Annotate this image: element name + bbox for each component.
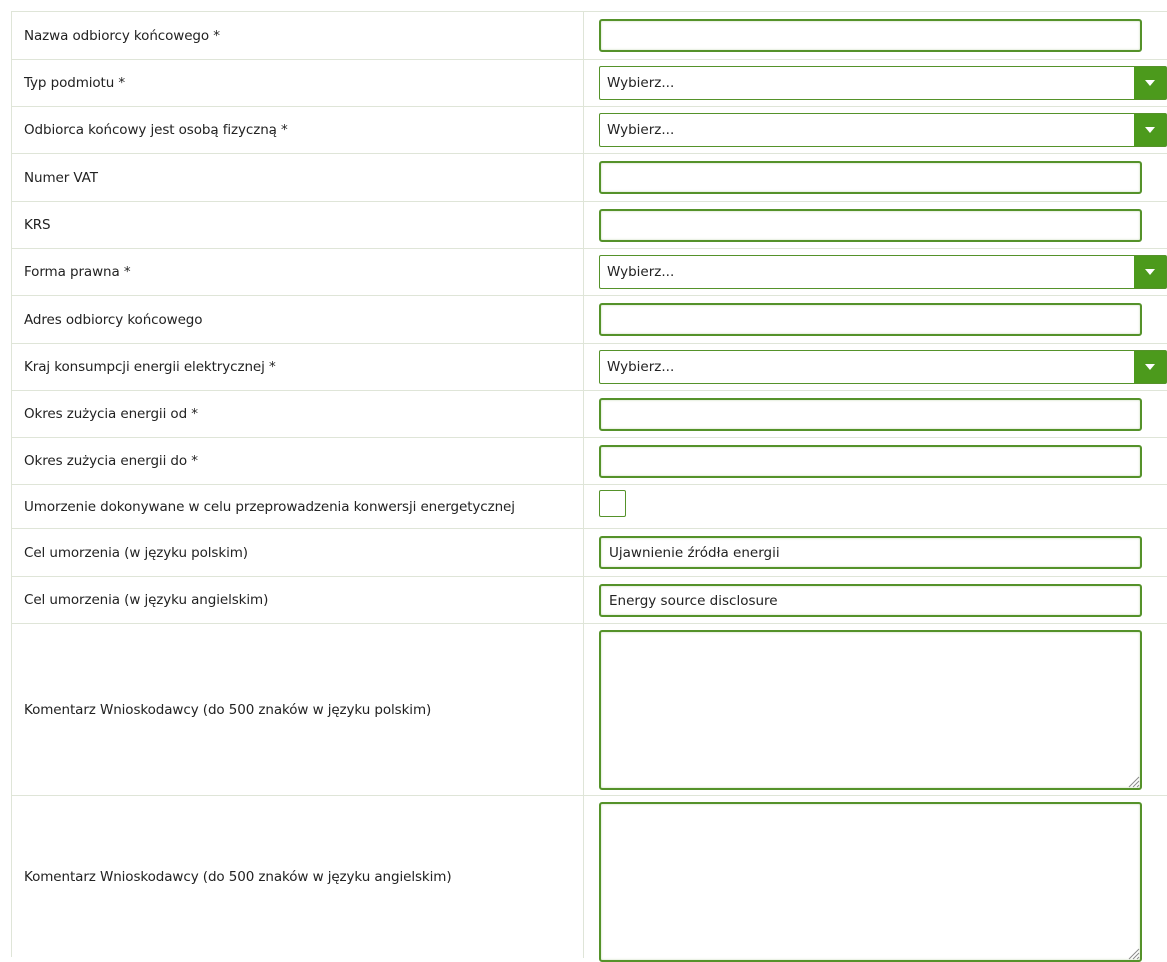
vat-number-input[interactable] xyxy=(599,161,1142,194)
chevron-down-icon[interactable] xyxy=(1134,256,1166,288)
entity-type-label: Typ podmiotu * xyxy=(12,60,584,106)
period-from-label: Okres zużycia energii od * xyxy=(12,391,584,437)
period-to-label: Okres zużycia energii do * xyxy=(12,438,584,484)
form-row-end-recipient-address: Adres odbiorcy końcowego xyxy=(12,296,1167,344)
form-row-comment-english: Komentarz Wnioskodawcy (do 500 znaków w … xyxy=(12,796,1167,962)
purpose-english-input[interactable]: Energy source disclosure xyxy=(599,584,1142,617)
energy-conversion-label: Umorzenie dokonywane w celu przeprowadze… xyxy=(12,485,584,528)
form-row-consumption-country: Kraj konsumpcji energii elektrycznej * W… xyxy=(12,344,1167,391)
consumption-country-selected-value: Wybierz... xyxy=(607,359,675,375)
entity-type-selected-value: Wybierz... xyxy=(607,75,675,91)
resize-grip-icon[interactable] xyxy=(1126,946,1140,960)
comment-polish-textarea[interactable] xyxy=(599,630,1142,790)
form-row-natural-person: Odbiorca końcowy jest osobą fizyczną * W… xyxy=(12,107,1167,154)
comment-polish-label: Komentarz Wnioskodawcy (do 500 znaków w … xyxy=(12,624,584,795)
end-recipient-name-label: Nazwa odbiorcy końcowego * xyxy=(12,12,584,59)
vat-number-label: Numer VAT xyxy=(12,154,584,201)
krs-input[interactable] xyxy=(599,209,1142,242)
end-recipient-name-input[interactable] xyxy=(599,19,1142,52)
form-row-energy-conversion: Umorzenie dokonywane w celu przeprowadze… xyxy=(12,485,1167,529)
form-row-krs: KRS xyxy=(12,202,1167,249)
form-row-vat-number: Numer VAT xyxy=(12,154,1167,202)
legal-form-label: Forma prawna * xyxy=(12,249,584,295)
chevron-down-icon[interactable] xyxy=(1134,114,1166,146)
form-row-purpose-polish: Cel umorzenia (w języku polskim) Ujawnie… xyxy=(12,529,1167,577)
end-recipient-address-label: Adres odbiorcy końcowego xyxy=(12,296,584,343)
natural-person-select[interactable]: Wybierz... xyxy=(599,113,1167,147)
krs-label: KRS xyxy=(12,202,584,248)
chevron-down-icon[interactable] xyxy=(1134,351,1166,383)
natural-person-selected-value: Wybierz... xyxy=(607,122,675,138)
entity-type-select[interactable]: Wybierz... xyxy=(599,66,1167,100)
legal-form-selected-value: Wybierz... xyxy=(607,264,675,280)
purpose-polish-input[interactable]: Ujawnienie źródła energii xyxy=(599,536,1142,569)
form-row-period-to: Okres zużycia energii do * xyxy=(12,438,1167,485)
period-from-input[interactable] xyxy=(599,398,1142,431)
form-row-period-from: Okres zużycia energii od * xyxy=(12,391,1167,438)
consumption-country-select[interactable]: Wybierz... xyxy=(599,350,1167,384)
end-recipient-form: Nazwa odbiorcy końcowego * Typ podmiotu … xyxy=(11,11,1167,962)
comment-english-textarea[interactable] xyxy=(599,802,1142,962)
purpose-polish-label: Cel umorzenia (w języku polskim) xyxy=(12,529,584,576)
form-row-entity-type: Typ podmiotu * Wybierz... xyxy=(12,60,1167,107)
end-recipient-address-input[interactable] xyxy=(599,303,1142,336)
chevron-down-icon[interactable] xyxy=(1134,67,1166,99)
form-row-end-recipient-name: Nazwa odbiorcy końcowego * xyxy=(12,12,1167,60)
period-to-input[interactable] xyxy=(599,445,1142,478)
purpose-english-label: Cel umorzenia (w języku angielskim) xyxy=(12,577,584,623)
consumption-country-label: Kraj konsumpcji energii elektrycznej * xyxy=(12,344,584,390)
energy-conversion-checkbox[interactable] xyxy=(599,490,626,517)
form-row-comment-polish: Komentarz Wnioskodawcy (do 500 znaków w … xyxy=(12,624,1167,796)
natural-person-label: Odbiorca końcowy jest osobą fizyczną * xyxy=(12,107,584,153)
form-row-purpose-english: Cel umorzenia (w języku angielskim) Ener… xyxy=(12,577,1167,624)
form-row-legal-form: Forma prawna * Wybierz... xyxy=(12,249,1167,296)
resize-grip-icon[interactable] xyxy=(1126,774,1140,788)
comment-english-label: Komentarz Wnioskodawcy (do 500 znaków w … xyxy=(12,796,584,958)
legal-form-select[interactable]: Wybierz... xyxy=(599,255,1167,289)
